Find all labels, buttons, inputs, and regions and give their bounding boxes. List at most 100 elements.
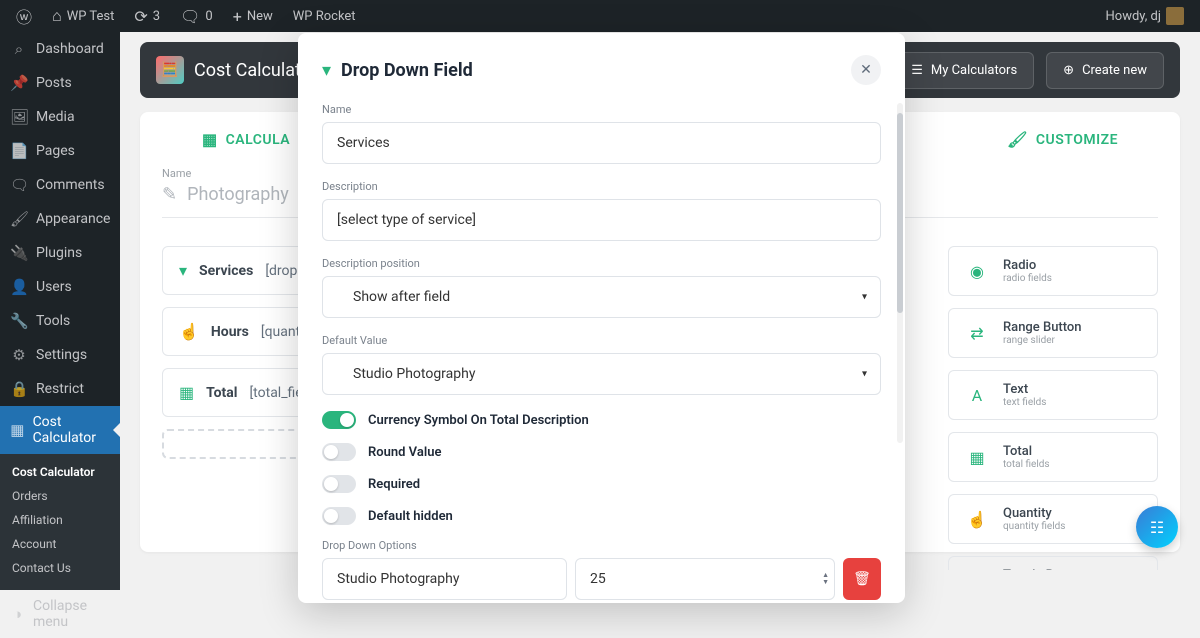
menu-label: Users bbox=[36, 279, 72, 295]
media-icon: 🖼 bbox=[10, 108, 28, 126]
description-position-select[interactable]: Show after field bbox=[322, 276, 881, 318]
comment-icon: 🗨 bbox=[10, 176, 28, 194]
menu-media[interactable]: 🖼Media bbox=[0, 100, 120, 134]
wp-logo[interactable]: ⓦ bbox=[8, 4, 40, 28]
quantity-icon: ☝ bbox=[963, 505, 991, 533]
plug-icon: 🔌 bbox=[10, 244, 28, 262]
widget-radio[interactable]: ◉Radioradio fields bbox=[948, 246, 1158, 296]
menu-settings[interactable]: ⚙ Settings bbox=[0, 338, 120, 372]
calculator-icon: ▦ bbox=[202, 130, 218, 149]
menu-users[interactable]: 👤 Users bbox=[0, 270, 120, 304]
name-label: Name bbox=[322, 103, 881, 116]
gear-icon: ⚙ bbox=[10, 346, 28, 364]
option-name-input[interactable] bbox=[322, 558, 567, 600]
text-icon: A bbox=[963, 381, 991, 409]
total-icon: ▦ bbox=[963, 443, 991, 471]
number-stepper[interactable]: ▲▼ bbox=[822, 572, 829, 586]
description-input[interactable] bbox=[322, 199, 881, 241]
plus-circle-icon: ⊕ bbox=[1063, 63, 1074, 78]
menu-pages[interactable]: 📄Pages bbox=[0, 134, 120, 168]
my-calculators-button[interactable]: ☰My Calculators bbox=[894, 52, 1034, 89]
trash-icon: 🗑 bbox=[853, 571, 871, 587]
hidden-toggle-label: Default hidden bbox=[368, 509, 453, 524]
menu-label: Pages bbox=[36, 143, 75, 159]
round-toggle[interactable] bbox=[322, 443, 356, 461]
modal-scrollbar[interactable] bbox=[897, 103, 903, 443]
field-name: Hours bbox=[211, 324, 249, 340]
widget-toggle[interactable]: ◐Toggle Buttontoggle fields bbox=[948, 556, 1158, 570]
menu-posts[interactable]: 📌Posts bbox=[0, 66, 120, 100]
widget-quantity[interactable]: ☝Quantityquantity fields bbox=[948, 494, 1158, 544]
new-link[interactable]: +New bbox=[225, 7, 281, 26]
hidden-toggle[interactable] bbox=[322, 507, 356, 525]
currency-toggle-label: Currency Symbol On Total Description bbox=[368, 413, 589, 428]
brush-icon: 🖌 bbox=[1007, 130, 1028, 149]
chevron-down-icon: ▾ bbox=[322, 60, 331, 81]
dropdown-field-modal: ▾ Drop Down Field ✕ Name Description Des… bbox=[298, 33, 905, 603]
field-name: Services bbox=[199, 263, 253, 279]
title-placeholder: Photography bbox=[187, 184, 289, 205]
currency-toggle[interactable] bbox=[322, 411, 356, 429]
comment-icon: 🗨 bbox=[180, 7, 200, 26]
menu-appearance[interactable]: 🖌 Appearance bbox=[0, 202, 120, 236]
tab-label: CALCULA bbox=[226, 132, 291, 148]
admin-sidebar: ⌕Dashboard 📌Posts 🖼Media 📄Pages 🗨 Comment… bbox=[0, 32, 120, 570]
menu-label: Restrict bbox=[36, 381, 84, 397]
menu-restrict[interactable]: 🔒Restrict bbox=[0, 372, 120, 406]
collapse-menu[interactable]: ◑Collapse menu bbox=[0, 590, 120, 638]
howdy-link[interactable]: Howdy, dj bbox=[1098, 7, 1193, 25]
menu-label: Appearance bbox=[36, 211, 110, 227]
default-value-select[interactable]: Studio Photography bbox=[322, 353, 881, 395]
submenu-contact[interactable]: Contact Us bbox=[0, 556, 120, 580]
home-icon: ⌂ bbox=[52, 6, 62, 26]
widget-title: Quantity bbox=[1003, 506, 1065, 521]
menu-label: Settings bbox=[36, 347, 87, 363]
widget-text[interactable]: ATexttext fields bbox=[948, 370, 1158, 420]
menu-comments[interactable]: 🗨 Comments bbox=[0, 168, 120, 202]
wp-rocket-link[interactable]: WP Rocket bbox=[285, 9, 364, 24]
required-toggle[interactable] bbox=[322, 475, 356, 493]
updates-link[interactable]: ⟳3 bbox=[126, 7, 168, 26]
plus-icon: + bbox=[233, 7, 242, 26]
scrollbar-thumb[interactable] bbox=[897, 113, 903, 313]
my-calcs-label: My Calculators bbox=[931, 63, 1017, 78]
create-label: Create new bbox=[1082, 63, 1147, 78]
user-icon: 👤 bbox=[10, 278, 28, 296]
menu-plugins[interactable]: 🔌Plugins bbox=[0, 236, 120, 270]
comments-link[interactable]: 🗨0 bbox=[172, 7, 221, 26]
close-button[interactable]: ✕ bbox=[851, 55, 881, 85]
menu-label: Comments bbox=[36, 177, 105, 193]
submenu-orders[interactable]: Orders bbox=[0, 484, 120, 508]
wordpress-icon: ⓦ bbox=[16, 4, 32, 28]
widget-title: Total bbox=[1003, 444, 1050, 459]
modal-title: Drop Down Field bbox=[341, 60, 473, 81]
help-fab[interactable]: ☷ bbox=[1136, 506, 1178, 548]
radio-icon: ◉ bbox=[963, 257, 991, 285]
widget-range[interactable]: ⇄Range Buttonrange slider bbox=[948, 308, 1158, 358]
widget-total[interactable]: ▦Totaltotal fields bbox=[948, 432, 1158, 482]
comments-count: 0 bbox=[205, 9, 212, 24]
tab-calculator[interactable]: ▦ CALCULA bbox=[202, 130, 290, 149]
submenu-head[interactable]: Cost Calculator bbox=[0, 460, 120, 484]
description-label: Description bbox=[322, 180, 881, 193]
submenu-affiliation[interactable]: Affiliation bbox=[0, 508, 120, 532]
name-input[interactable] bbox=[322, 122, 881, 164]
option-value-input[interactable] bbox=[575, 558, 835, 600]
delete-option-button[interactable]: 🗑 bbox=[843, 558, 881, 600]
menu-cost-calculator[interactable]: ▦Cost Calculator bbox=[0, 406, 120, 454]
submenu-account[interactable]: Account bbox=[0, 532, 120, 556]
site-link[interactable]: ⌂WP Test bbox=[44, 6, 122, 26]
calc-icon: ▦ bbox=[10, 421, 25, 439]
menu-tools[interactable]: 🔧Tools bbox=[0, 304, 120, 338]
menu-label: Tools bbox=[36, 313, 70, 329]
collapse-icon: ◑ bbox=[10, 605, 25, 623]
brush-icon: 🖌 bbox=[10, 210, 28, 228]
hand-point-icon: ☝ bbox=[179, 322, 199, 341]
rocket-label: WP Rocket bbox=[293, 9, 356, 24]
tab-label: CUSTOMIZE bbox=[1036, 132, 1118, 148]
create-new-button[interactable]: ⊕ Create new bbox=[1046, 52, 1164, 89]
menu-dashboard[interactable]: ⌕Dashboard bbox=[0, 32, 120, 66]
tab-customize[interactable]: 🖌 CUSTOMIZE bbox=[1007, 130, 1118, 149]
dashboard-icon: ⌕ bbox=[10, 40, 28, 58]
chevron-down-icon: ▾ bbox=[179, 261, 187, 280]
